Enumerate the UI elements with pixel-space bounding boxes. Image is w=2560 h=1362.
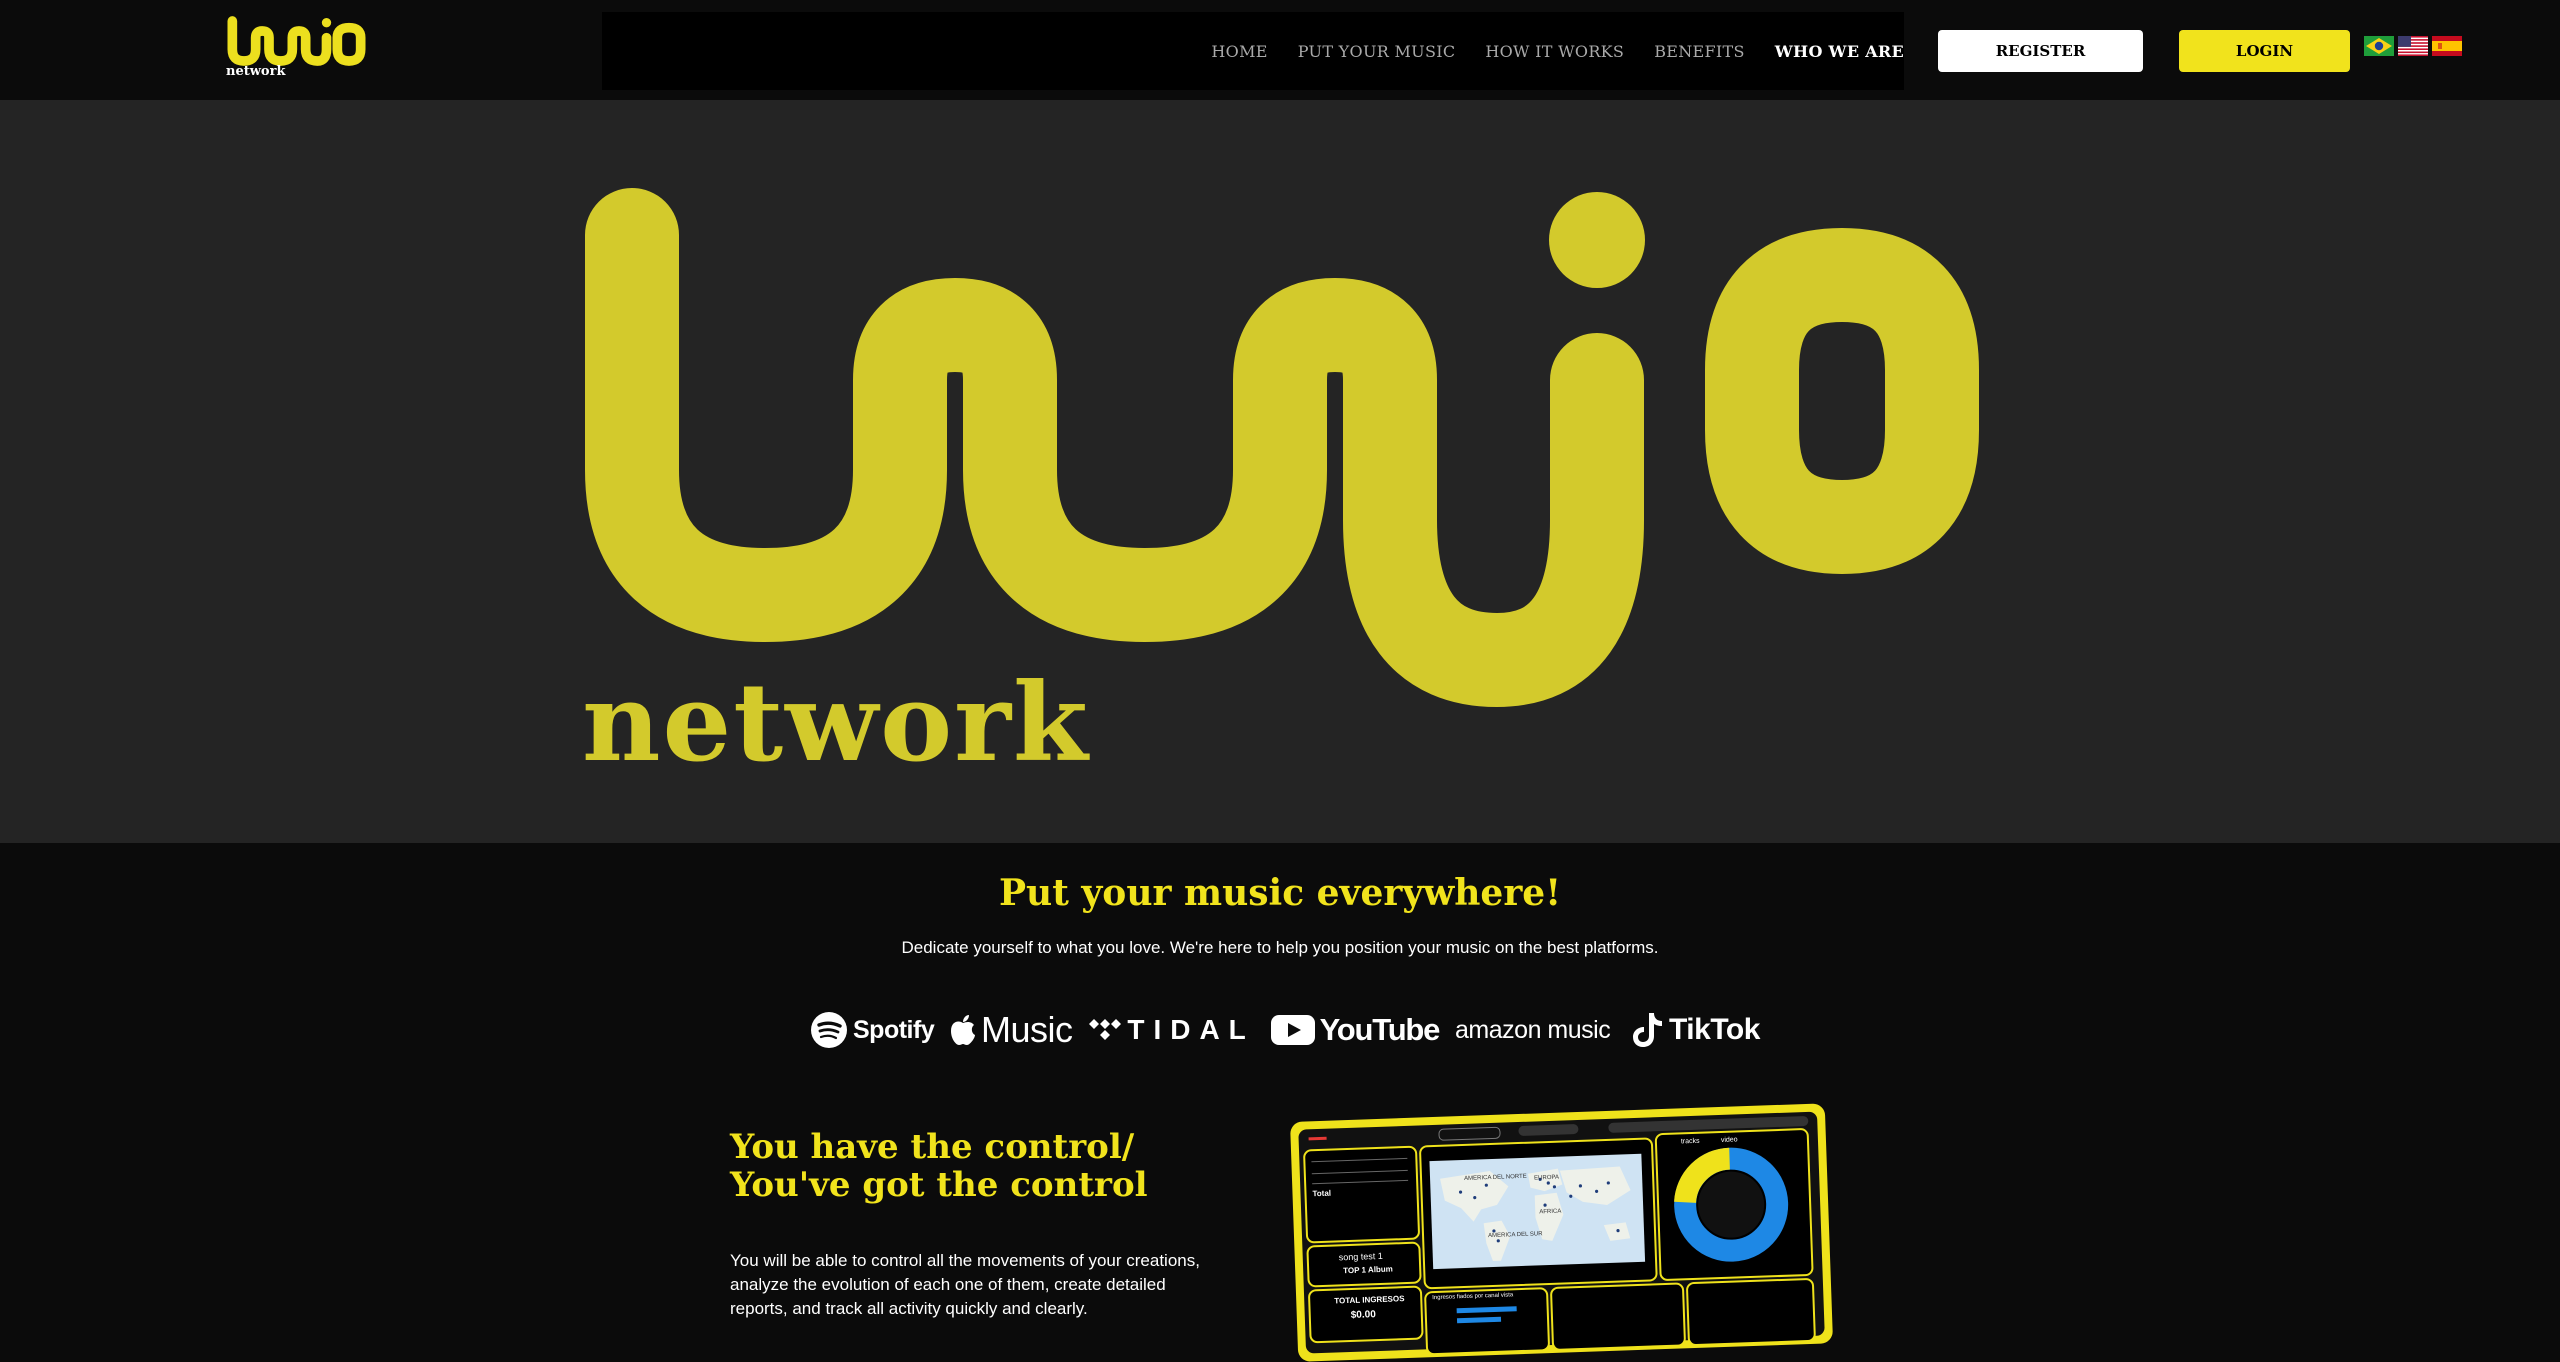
tidal-icon	[1089, 1019, 1122, 1040]
nav-how-it-works[interactable]: HOW IT WORKS	[1485, 42, 1624, 61]
register-button[interactable]: REGISTER	[1938, 30, 2143, 72]
bar-chart-title: Ingresos fiados por canal vista	[1432, 1292, 1514, 1302]
tiktok-icon	[1633, 1013, 1663, 1047]
top-card-subtitle: TOP 1 Album	[1343, 1264, 1393, 1276]
hero-logo-word: network	[582, 660, 1090, 786]
nav-put-your-music[interactable]: PUT YOUR MUSIC	[1298, 42, 1456, 61]
dashboard-top-card: song test 1 TOP 1 Album	[1306, 1241, 1422, 1288]
platform-spotify: Spotify	[810, 1011, 935, 1049]
world-map-icon	[1440, 1166, 1631, 1262]
table-divider	[1311, 1157, 1408, 1163]
dashboard-map-panel: AMERICA DEL NORTE EUROPA AFRICA AMERICA …	[1418, 1137, 1658, 1290]
header-logo[interactable]: network	[224, 16, 374, 84]
tidal-label: TIDAL	[1127, 1014, 1255, 1045]
donut-chart	[1674, 1147, 1789, 1262]
site-header: network HOME PUT YOUR MUSIC HOW IT WORKS…	[0, 0, 2560, 100]
income-card-value: $0.00	[1350, 1309, 1376, 1321]
spotify-icon	[811, 1012, 847, 1048]
dashboard-list-panel	[1685, 1277, 1816, 1347]
language-selector	[2364, 36, 2462, 56]
nav-container: HOME PUT YOUR MUSIC HOW IT WORKS BENEFIT…	[602, 12, 1904, 90]
control-title: You have the control/ You've got the con…	[730, 1127, 1148, 1205]
table-divider	[1311, 1169, 1408, 1175]
bar	[1456, 1306, 1517, 1314]
platform-youtube: YouTube	[1270, 1012, 1441, 1048]
spotify-label: Spotify	[853, 1015, 935, 1044]
platform-logos: Spotify Music TIDAL YouTube amazon music	[810, 1004, 1760, 1056]
nav-home[interactable]: HOME	[1211, 42, 1267, 61]
tiktok-label: TikTok	[1669, 1013, 1760, 1046]
header-logo-word: network	[226, 64, 286, 79]
platform-apple-music: Music	[950, 1009, 1073, 1051]
dashboard-donut-panel: tracks video	[1654, 1127, 1814, 1282]
usa-flag-icon[interactable]	[2398, 36, 2428, 56]
main-nav: HOME PUT YOUR MUSIC HOW IT WORKS BENEFIT…	[1181, 12, 1904, 90]
login-button[interactable]: LOGIN	[2179, 30, 2350, 72]
brazil-flag-icon[interactable]	[2364, 36, 2394, 56]
amazon-smile-icon	[1615, 1030, 1616, 1031]
income-card-title: TOTAL INGRESOS	[1334, 1294, 1405, 1306]
dashboard-bar-panel: Ingresos fiados por canal vista	[1423, 1287, 1551, 1356]
platforms-title: Put your music everywhere!	[998, 872, 1562, 914]
nav-benefits[interactable]: BENEFITS	[1654, 42, 1745, 61]
control-description: You will be able to control all the move…	[730, 1251, 1200, 1318]
amazon-music-label: amazon music	[1455, 1015, 1611, 1044]
nav-who-we-are[interactable]: WHO WE ARE	[1775, 42, 1904, 61]
hero-banner: network	[0, 100, 2560, 843]
youtube-label: YouTube	[1319, 1012, 1441, 1047]
spain-flag-icon[interactable]	[2432, 36, 2462, 56]
dashboard-table-panel: Total	[1302, 1145, 1421, 1244]
platform-tidal: TIDAL	[1088, 1014, 1254, 1046]
top-card-title: song test 1	[1338, 1250, 1383, 1263]
world-map: AMERICA DEL NORTE EUROPA AFRICA AMERICA …	[1429, 1153, 1646, 1270]
table-total-label: Total	[1312, 1188, 1332, 1199]
dashboard-filter	[1438, 1126, 1501, 1141]
dashboard-tab-active	[1308, 1136, 1327, 1141]
table-divider	[1312, 1179, 1409, 1185]
dashboard-screen: Total song test 1 TOP 1 Album TOTAL INGR…	[1298, 1111, 1825, 1356]
lanjo-hero-logo: network	[582, 188, 1979, 786]
platforms-subtitle: Dedicate yourself to what you love. We'r…	[901, 938, 1659, 957]
map-label: AFRICA	[1539, 1208, 1562, 1216]
platform-amazon-music: amazon music	[1455, 1016, 1616, 1045]
dashboard-list-panel	[1549, 1282, 1687, 1351]
platform-tiktok: TikTok	[1632, 1011, 1760, 1049]
bar	[1456, 1316, 1502, 1324]
youtube-icon	[1270, 1015, 1315, 1045]
dashboard-filter	[1518, 1123, 1579, 1137]
map-label: EUROPA	[1534, 1174, 1560, 1182]
apple-music-label: Music	[981, 1009, 1073, 1050]
apple-icon	[951, 1015, 976, 1045]
dashboard-preview: Total song test 1 TOP 1 Album TOTAL INGR…	[1290, 1103, 1834, 1362]
